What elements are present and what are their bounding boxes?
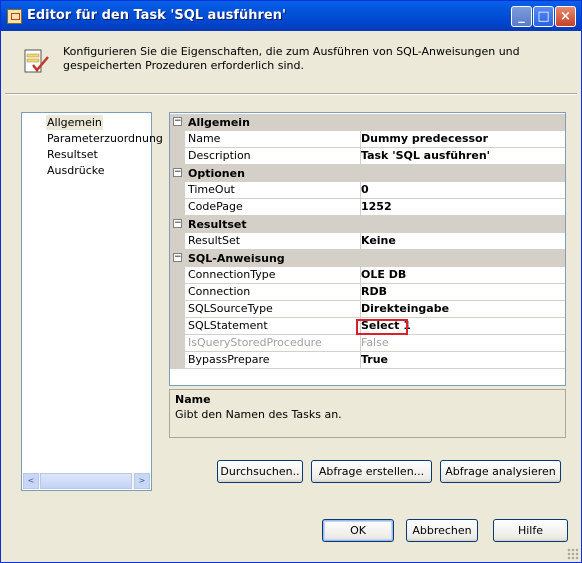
collapse-icon[interactable]: − [173,168,182,177]
collapse-icon[interactable]: − [173,117,182,126]
maximize-button[interactable]: □ [533,6,554,27]
property-name: TimeOut [185,182,361,199]
description-text: Gibt den Namen des Tasks an. [175,408,342,421]
property-row-isquerystoredprocedure: IsQueryStoredProcedure False [170,335,565,352]
property-row-description[interactable]: Description Task 'SQL ausführen' [170,148,565,165]
category-optionen[interactable]: − Optionen [170,165,565,182]
browse-button[interactable]: Durchsuchen.. [217,460,303,483]
property-grid: − Allgemein Name Dummy predecessor Descr… [169,112,566,386]
property-value: False [358,335,565,352]
resize-grip-icon[interactable] [567,548,579,560]
property-row-name[interactable]: Name Dummy predecessor [170,131,565,148]
property-row-codepage[interactable]: CodePage 1252 [170,199,565,216]
nav-item-ausdruecke[interactable]: Ausdrücke [46,163,106,178]
nav-item-resultset[interactable]: Resultset [46,147,99,162]
property-value[interactable]: Task 'SQL ausführen' [358,148,565,165]
description-title: Name [175,393,211,406]
ok-button[interactable]: OK [322,519,394,542]
category-allgemein[interactable]: − Allgemein [170,114,565,131]
parse-query-button[interactable]: Abfrage analysieren [440,460,561,483]
property-value[interactable]: Keine [358,233,565,250]
horizontal-scrollbar[interactable]: < > [23,473,150,489]
property-row-connectiontype[interactable]: ConnectionType OLE DB [170,267,565,284]
property-value[interactable]: Direkteingabe [358,301,565,318]
nav-item-parameterzuordnung[interactable]: Parameterzuordnung [46,131,164,146]
sql-task-icon [7,9,22,24]
property-name: Description [185,148,361,165]
property-name: ConnectionType [185,267,361,284]
page-navigation-list: Allgemein Parameterzuordnung Resultset A… [21,112,163,491]
scrollbar-thumb[interactable] [40,473,132,489]
window-title: Editor für den Task 'SQL ausführen' [27,8,286,23]
scroll-left-icon[interactable]: < [23,473,39,489]
property-value[interactable]: RDB [358,284,565,301]
sql-task-icon [24,49,49,73]
category-sql-anweisung[interactable]: − SQL-Anweisung [170,250,565,267]
property-row-sqlsourcetype[interactable]: SQLSourceType Direkteingabe [170,301,565,318]
help-button[interactable]: Hilfe [493,519,568,542]
property-row-bypassprepare[interactable]: BypassPrepare True [170,352,565,369]
property-value[interactable]: 1252 [358,199,565,216]
property-row-sqlstatement[interactable]: SQLStatement Select 1 [170,318,565,335]
header-divider [5,93,577,95]
category-label: Allgemein [188,116,250,129]
property-value[interactable]: Dummy predecessor [358,131,565,148]
property-name: CodePage [185,199,361,216]
property-name: BypassPrepare [185,352,361,369]
property-name: Connection [185,284,361,301]
category-label: SQL-Anweisung [188,252,285,265]
category-label: Optionen [188,167,245,180]
cancel-button[interactable]: Abbrechen [406,519,478,542]
collapse-icon[interactable]: − [173,253,182,262]
property-name: Name [185,131,361,148]
property-description-panel: Name Gibt den Namen des Tasks an. [169,389,566,438]
task-editor-dialog: Editor für den Task 'SQL ausführen' _ □ … [0,0,582,563]
property-name: IsQueryStoredProcedure [185,335,361,352]
property-value[interactable]: OLE DB [358,267,565,284]
close-button[interactable]: × [555,6,576,27]
header-panel: Konfigurieren Sie die Eigenschaften, die… [1,31,581,89]
category-resultset[interactable]: − Resultset [170,216,565,233]
property-row-resultset[interactable]: ResultSet Keine [170,233,565,250]
highlight-annotation [356,319,408,335]
category-label: Resultset [188,218,247,231]
property-name: SQLStatement [185,318,361,335]
property-row-connection[interactable]: Connection RDB [170,284,565,301]
property-value[interactable]: 0 [358,182,565,199]
property-value[interactable]: True [358,352,565,369]
scroll-right-icon[interactable]: > [134,473,150,489]
minimize-button[interactable]: _ [511,6,532,27]
property-row-timeout[interactable]: TimeOut 0 [170,182,565,199]
header-description: Konfigurieren Sie die Eigenschaften, die… [63,45,520,72]
title-bar[interactable]: Editor für den Task 'SQL ausführen' _ □ … [1,1,581,31]
collapse-icon[interactable]: − [173,219,182,228]
property-name: ResultSet [185,233,361,250]
property-name: SQLSourceType [185,301,361,318]
nav-item-allgemein[interactable]: Allgemein [46,115,103,130]
build-query-button[interactable]: Abfrage erstellen... [311,460,432,483]
